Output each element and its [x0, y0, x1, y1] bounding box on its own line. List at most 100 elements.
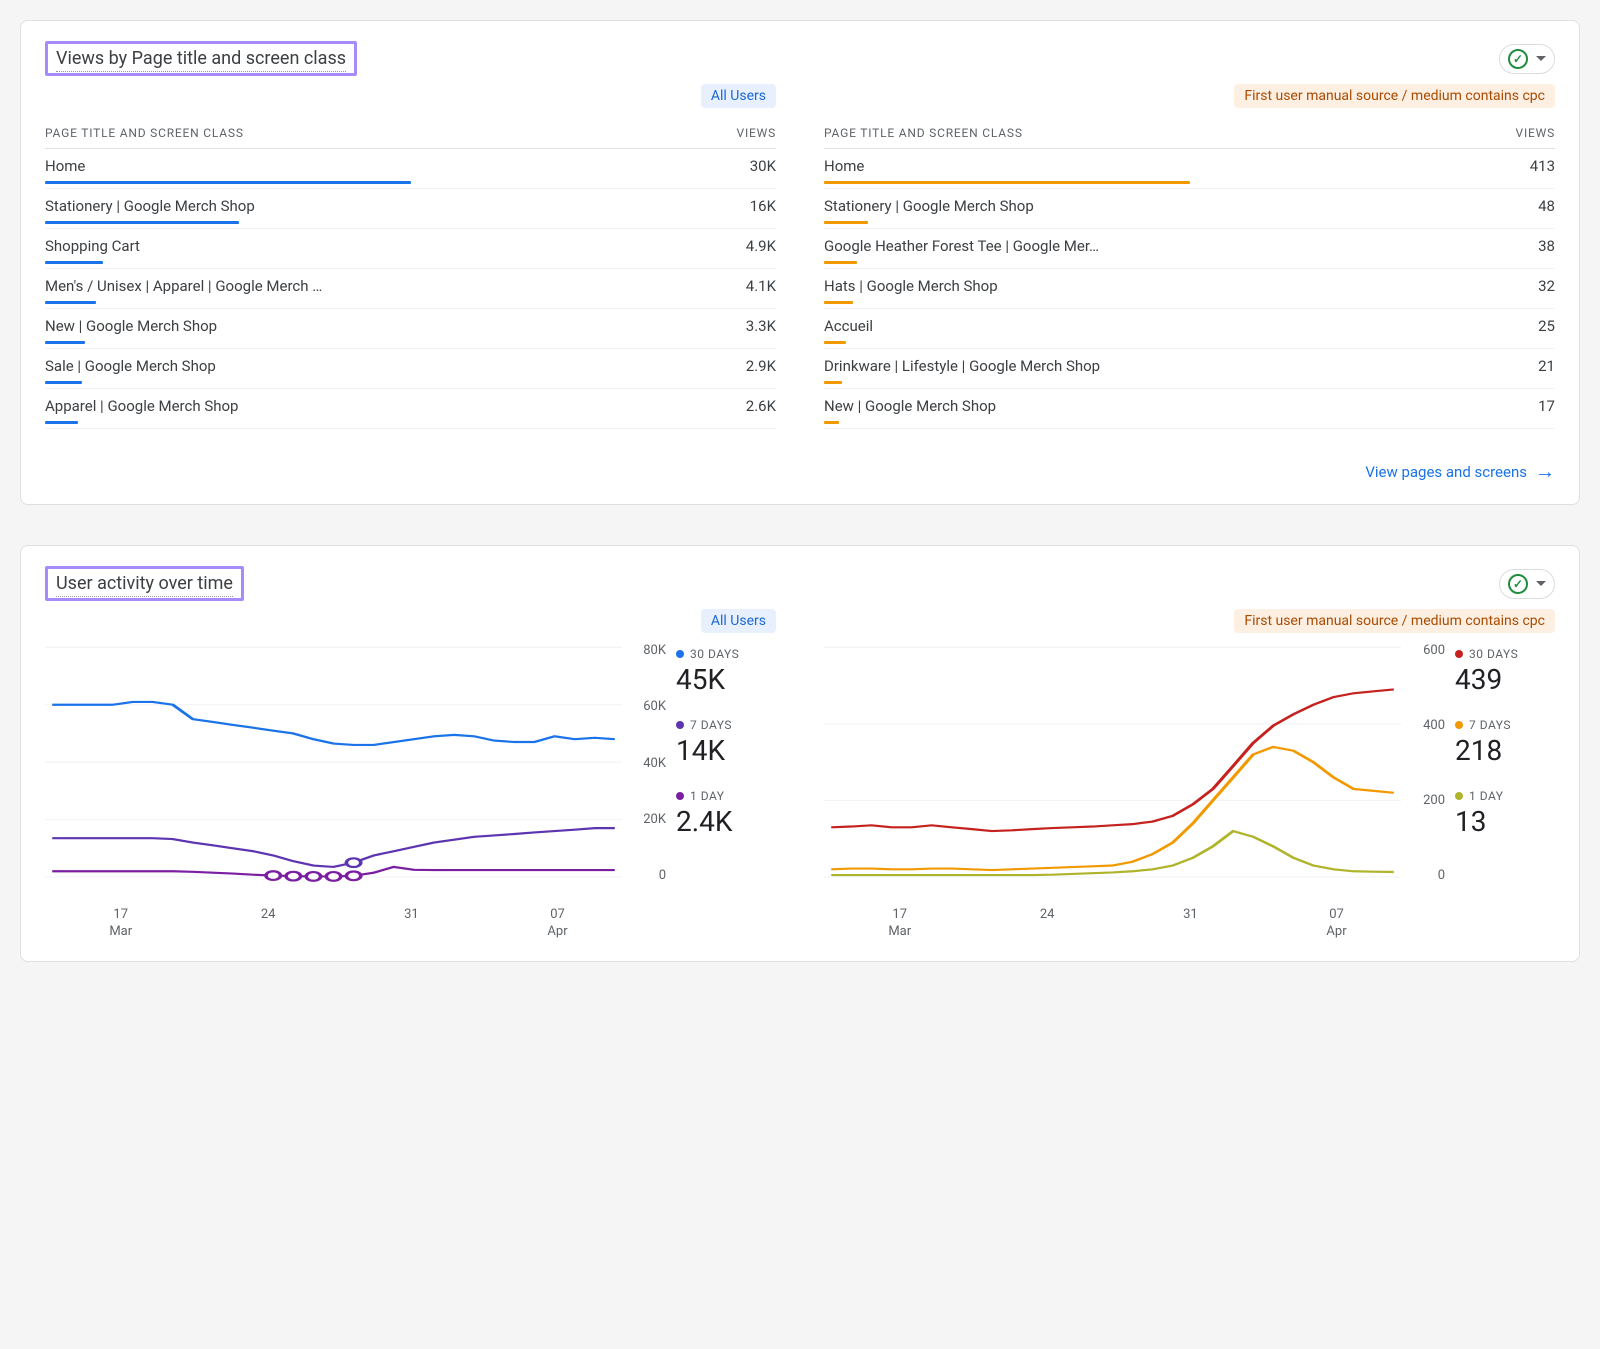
legend-value: 2.4K: [676, 805, 776, 838]
checkmark-circle-icon: [1508, 574, 1528, 594]
legend-label: 30 DAYS: [690, 647, 739, 661]
legend-dot-icon: [676, 792, 684, 800]
row-label: Drinkware | Lifestyle | Google Merch Sho…: [824, 357, 1538, 375]
legend-dot-icon: [1455, 650, 1463, 658]
row-bar: [45, 341, 85, 344]
legend-label: 30 DAYS: [1469, 647, 1518, 661]
row-value: 2.6K: [746, 397, 776, 415]
row-value: 38: [1538, 237, 1555, 255]
row-bar: [45, 421, 78, 424]
anomaly-marker-icon: [286, 872, 300, 881]
table-row[interactable]: New | Google Merch Shop3.3K: [45, 309, 776, 349]
col-header-metric: VIEWS: [737, 126, 777, 140]
card-title: User activity over time: [56, 573, 233, 597]
table-row[interactable]: Men's / Unisex | Apparel | Google Merch …: [45, 269, 776, 309]
right-chart-col: First user manual source / medium contai…: [824, 609, 1555, 941]
table-row[interactable]: Drinkware | Lifestyle | Google Merch Sho…: [824, 349, 1555, 389]
segment-label-right: First user manual source / medium contai…: [1234, 609, 1555, 633]
x-axis-left: 17Mar243107Apr: [45, 907, 632, 941]
segment-label-left: All Users: [701, 609, 776, 633]
legend-item: 30 DAYS439: [1455, 647, 1555, 696]
footer-link-text: View pages and screens: [1365, 463, 1527, 481]
row-bar: [45, 261, 103, 264]
legend-item: 7 DAYS14K: [676, 718, 776, 767]
right-column: First user manual source / medium contai…: [824, 84, 1555, 429]
chevron-down-icon: [1536, 56, 1546, 61]
left-line-chart: [45, 643, 622, 903]
legend-item: 7 DAYS 218: [1455, 718, 1555, 767]
table-row[interactable]: New | Google Merch Shop17: [824, 389, 1555, 429]
legend-dot-icon: [676, 650, 684, 658]
anomaly-marker-icon: [326, 872, 340, 881]
legend-dot-icon: [1455, 792, 1463, 800]
x-tick: 07Apr: [1326, 907, 1346, 941]
table-row[interactable]: Home30K: [45, 149, 776, 189]
y-tick: 400: [1411, 718, 1445, 733]
table-row[interactable]: Accueil25: [824, 309, 1555, 349]
view-pages-link[interactable]: View pages and screens →: [45, 459, 1555, 484]
y-tick: 0: [632, 868, 666, 883]
row-value: 4.9K: [746, 237, 776, 255]
legend-value: 13: [1455, 805, 1555, 838]
row-label: New | Google Merch Shop: [45, 317, 746, 335]
legend-label: 1 DAY: [690, 789, 724, 803]
table-row[interactable]: Hats | Google Merch Shop32: [824, 269, 1555, 309]
card-status-menu[interactable]: [1499, 569, 1555, 599]
row-label: Stationery | Google Merch Shop: [45, 197, 750, 215]
table-row[interactable]: Stationery | Google Merch Shop16K: [45, 189, 776, 229]
table-row[interactable]: Home413: [824, 149, 1555, 189]
anomaly-marker-icon: [306, 872, 320, 881]
row-bar: [45, 181, 411, 184]
row-bar: [824, 181, 1190, 184]
chart-series-line: [52, 828, 615, 867]
legend-dot-icon: [1455, 721, 1463, 729]
table-row[interactable]: Shopping Cart4.9K: [45, 229, 776, 269]
row-bar: [824, 261, 857, 264]
legend-label: 1 DAY: [1469, 789, 1503, 803]
row-bar: [824, 421, 839, 424]
row-value: 25: [1538, 317, 1555, 335]
y-tick: 80K: [632, 643, 666, 658]
legend-label: 7 DAYS: [1469, 718, 1511, 732]
col-header-dim: PAGE TITLE AND SCREEN CLASS: [45, 126, 244, 140]
legend-value: 218: [1455, 734, 1555, 767]
x-tick: 24: [1040, 907, 1055, 941]
legend-value: 45K: [676, 663, 776, 696]
row-value: 413: [1530, 157, 1555, 175]
row-label: Apparel | Google Merch Shop: [45, 397, 746, 415]
legend-label: 7 DAYS: [690, 718, 732, 732]
table-row[interactable]: Apparel | Google Merch Shop2.6K: [45, 389, 776, 429]
legend-dot-icon: [676, 721, 684, 729]
row-value: 3.3K: [746, 317, 776, 335]
row-label: Men's / Unisex | Apparel | Google Merch …: [45, 277, 746, 295]
row-value: 2.9K: [746, 357, 776, 375]
table-row[interactable]: Stationery | Google Merch Shop48: [824, 189, 1555, 229]
legend-item: 1 DAY 13: [1455, 789, 1555, 838]
segment-label-right: First user manual source / medium contai…: [1234, 84, 1555, 108]
row-bar: [824, 301, 853, 304]
table-row[interactable]: Sale | Google Merch Shop2.9K: [45, 349, 776, 389]
segment-label-left: All Users: [701, 84, 776, 108]
card-title-highlight: User activity over time: [45, 566, 244, 601]
x-tick: 07Apr: [547, 907, 567, 941]
card-status-menu[interactable]: [1499, 44, 1555, 74]
row-value: 30K: [750, 157, 776, 175]
y-axis-right: 6004002000: [1411, 643, 1445, 903]
right-line-chart: [824, 643, 1401, 903]
left-legend: 30 DAYS 45K 7 DAYS14K 1 DAY 2.4K: [676, 643, 776, 903]
chart-series-line: [52, 702, 615, 745]
table-row[interactable]: Google Heather Forest Tee | Google Mer…3…: [824, 229, 1555, 269]
left-chart-col: All Users 80K60K40K20K0 30 DAYS45K7 DAYS…: [45, 609, 776, 941]
row-label: Sale | Google Merch Shop: [45, 357, 746, 375]
y-tick: 600: [1411, 643, 1445, 658]
row-bar: [45, 301, 96, 304]
row-label: Google Heather Forest Tee | Google Mer…: [824, 237, 1538, 255]
x-axis-right: 17Mar243107Apr: [824, 907, 1411, 941]
row-label: Accueil: [824, 317, 1538, 335]
row-bar: [824, 381, 842, 384]
left-column: All Users PAGE TITLE AND SCREEN CLASS VI…: [45, 84, 776, 429]
right-legend: 30 DAYS439 7 DAYS 218 1 DAY 13: [1455, 643, 1555, 903]
row-bar: [45, 381, 82, 384]
left-rows: Home30KStationery | Google Merch Shop16K…: [45, 149, 776, 429]
y-tick: 60K: [632, 699, 666, 714]
